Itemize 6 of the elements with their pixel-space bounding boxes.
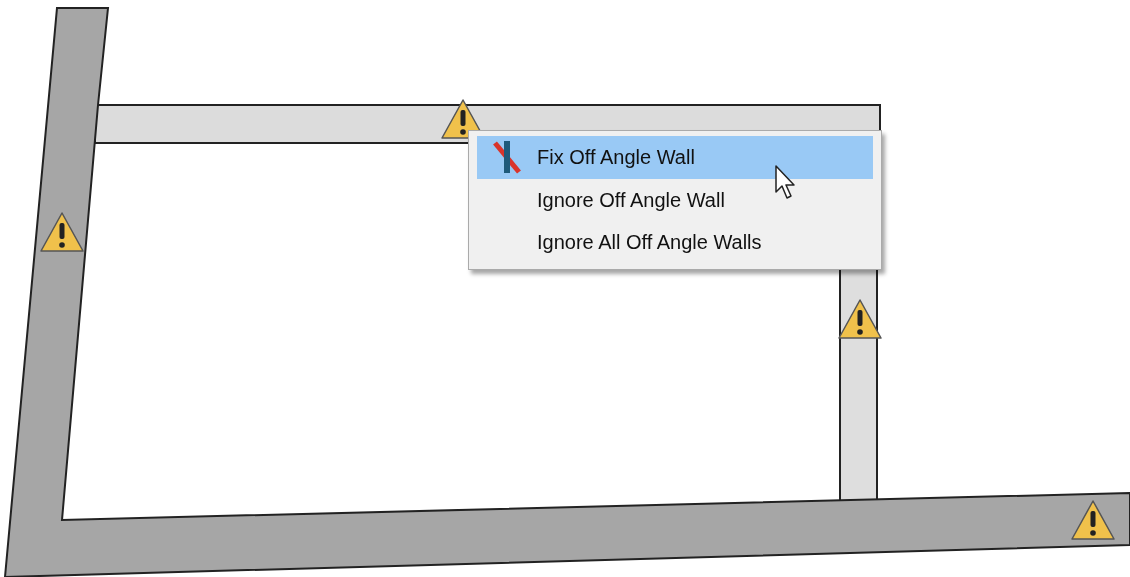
warning-icon[interactable] [40, 212, 84, 252]
menu-item[interactable]: Fix Off Angle Wall [477, 136, 873, 179]
warning-icon[interactable] [838, 299, 882, 339]
warning-icon[interactable] [1071, 500, 1115, 540]
menu-item[interactable]: Ignore All Off Angle Walls [477, 221, 873, 264]
menu-item[interactable]: Ignore Off Angle Wall [477, 178, 873, 222]
